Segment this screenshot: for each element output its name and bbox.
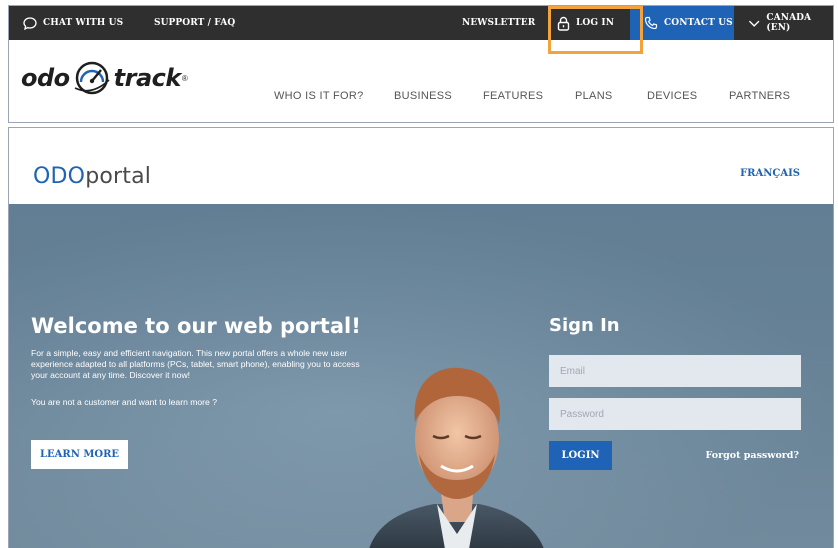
smiling-man-photo <box>369 367 544 548</box>
support-faq-link[interactable]: SUPPORT / FAQ <box>154 6 235 40</box>
registered-mark: ® <box>181 73 188 83</box>
language-switch-link[interactable]: FRANÇAIS <box>740 168 800 179</box>
nav-partners[interactable]: PARTNERS <box>729 90 790 102</box>
phone-icon <box>644 16 658 30</box>
nav-plans[interactable]: PLANS <box>575 90 613 102</box>
odoportal-logo[interactable]: ODOportal <box>33 164 151 189</box>
nav-devices[interactable]: DEVICES <box>647 90 697 102</box>
password-field[interactable] <box>549 398 801 430</box>
support-faq-label: SUPPORT / FAQ <box>154 18 236 28</box>
forgot-password-link[interactable]: Forgot password? <box>706 450 799 461</box>
contact-us-button[interactable]: CONTACT US <box>630 6 734 40</box>
portal-logo-prefix: ODO <box>33 164 86 189</box>
login-button[interactable]: LOGIN <box>549 441 612 470</box>
welcome-question: You are not a customer and want to learn… <box>31 397 217 407</box>
sign-in-title: Sign In <box>549 315 620 336</box>
newsletter-label: NEWSLETTER <box>462 18 536 28</box>
email-field[interactable] <box>549 355 801 387</box>
logo-word-right: track <box>113 64 182 92</box>
hero-section: Welcome to our web portal! For a simple,… <box>9 204 833 548</box>
contact-us-label: CONTACT US <box>664 18 733 28</box>
nav-features[interactable]: FEATURES <box>483 90 543 102</box>
nav-who-is-it-for[interactable]: WHO IS IT FOR? <box>274 90 364 102</box>
odotrack-site-header: CHAT WITH US SUPPORT / FAQ NEWSLETTER LO… <box>8 5 834 123</box>
learn-more-button[interactable]: LEARN MORE <box>31 440 128 469</box>
portal-logo-suffix: portal <box>85 164 152 189</box>
welcome-description: For a simple, easy and efficient navigat… <box>31 348 360 380</box>
logo-word-left: odo <box>21 64 70 92</box>
region-selector[interactable]: CANADA (EN) <box>734 6 833 40</box>
main-navigation: odo track ® WHO IS IT FOR? BUSINESS FEAT… <box>9 40 833 122</box>
login-highlight-box <box>548 6 643 54</box>
nav-business[interactable]: BUSINESS <box>394 90 452 102</box>
chevron-down-icon <box>748 20 760 27</box>
odometer-logo-icon <box>74 61 110 95</box>
chat-with-us-link[interactable]: CHAT WITH US <box>23 6 123 40</box>
portal-header: ODOportal FRANÇAIS <box>9 128 833 204</box>
chat-bubble-icon <box>23 16 37 30</box>
utility-bar: CHAT WITH US SUPPORT / FAQ NEWSLETTER LO… <box>9 6 833 40</box>
welcome-title: Welcome to our web portal! <box>31 314 361 338</box>
odoportal-page: ODOportal FRANÇAIS Welcome to our web po… <box>8 127 834 548</box>
newsletter-link[interactable]: NEWSLETTER <box>462 6 535 40</box>
region-label: CANADA (EN) <box>766 13 812 33</box>
odotrack-logo[interactable]: odo track ® <box>21 54 188 102</box>
chat-with-us-label: CHAT WITH US <box>43 18 124 28</box>
